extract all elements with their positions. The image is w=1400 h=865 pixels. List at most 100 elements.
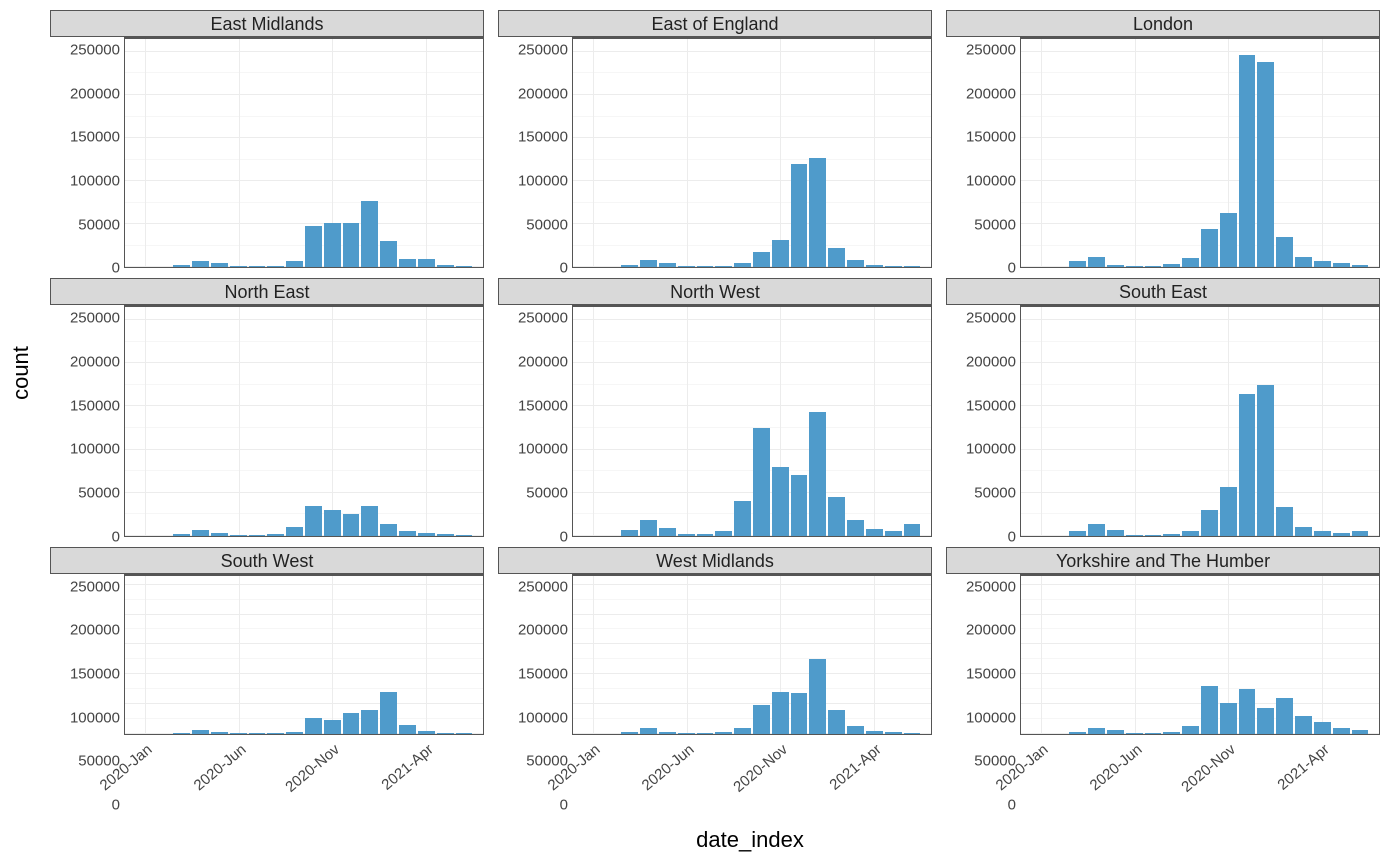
bar <box>904 524 921 535</box>
bar <box>734 263 751 267</box>
bar <box>659 528 676 536</box>
x-tick: 2020-Jun <box>638 741 697 794</box>
bar <box>828 710 845 734</box>
bar <box>753 252 770 268</box>
bar <box>1088 524 1105 536</box>
bars <box>125 307 483 535</box>
bar <box>1333 533 1350 536</box>
bar <box>1069 261 1086 267</box>
facet-title: North West <box>498 278 932 305</box>
bar <box>1088 257 1105 267</box>
facet-title: Yorkshire and The Humber <box>946 547 1380 574</box>
x-tick: 2021-Apr <box>1275 741 1333 794</box>
y-tick: 100000 <box>966 174 1016 189</box>
bar <box>659 263 676 267</box>
y-tick-labels: 250000200000150000100000500000 <box>498 37 572 268</box>
bar <box>1239 394 1256 536</box>
bar <box>1314 722 1331 734</box>
y-tick-labels: 250000200000150000100000500000 <box>498 305 572 536</box>
plot-area <box>572 574 932 735</box>
x-tick-labels: 2020-Jan2020-Jun2020-Nov2021-Apr <box>1020 735 1380 805</box>
y-tick: 0 <box>112 261 120 276</box>
y-tick: 250000 <box>518 311 568 326</box>
bar <box>866 265 883 268</box>
bar <box>1257 385 1274 536</box>
bars <box>1021 307 1379 535</box>
bar <box>192 730 209 734</box>
bar <box>343 514 360 536</box>
bar <box>399 725 416 734</box>
bar <box>418 533 435 536</box>
y-tick: 0 <box>560 798 568 813</box>
bar <box>809 158 826 267</box>
y-tick: 0 <box>560 261 568 276</box>
bar <box>361 201 378 267</box>
plot-area <box>1020 37 1380 268</box>
bar <box>305 506 322 536</box>
bar <box>715 732 732 734</box>
plot-area <box>1020 305 1380 536</box>
bar <box>1220 213 1237 267</box>
y-tick: 150000 <box>70 398 120 413</box>
bar <box>621 530 638 536</box>
facet-title: East Midlands <box>50 10 484 37</box>
bar <box>791 164 808 267</box>
plot-area <box>124 574 484 735</box>
y-tick: 250000 <box>966 579 1016 594</box>
bar <box>267 733 284 734</box>
y-tick: 200000 <box>518 86 568 101</box>
bar <box>828 248 845 268</box>
bar <box>1333 728 1350 734</box>
y-tick: 100000 <box>518 442 568 457</box>
bar <box>211 533 228 536</box>
y-tick: 0 <box>560 529 568 544</box>
bar <box>380 692 397 734</box>
bar <box>1333 263 1350 267</box>
bar <box>904 266 921 267</box>
bar <box>809 659 826 734</box>
y-tick: 100000 <box>70 710 120 725</box>
bar <box>1145 733 1162 734</box>
bar <box>418 259 435 268</box>
bar <box>305 226 322 267</box>
bar <box>621 732 638 734</box>
y-tick: 200000 <box>966 86 1016 101</box>
bar <box>286 527 303 536</box>
bars <box>573 39 931 267</box>
y-tick: 50000 <box>526 486 568 501</box>
bar <box>659 732 676 734</box>
facet-north-west: North West250000200000150000100000500000… <box>498 278 932 536</box>
facet-body: 2500002000001500001000005000002020-Jan20… <box>50 305 484 536</box>
bar <box>678 534 695 536</box>
facet-london: London2500002000001500001000005000002020… <box>946 10 1380 268</box>
bar <box>361 506 378 536</box>
facet-body: 2500002000001500001000005000002020-Jan20… <box>50 574 484 805</box>
bar <box>678 266 695 267</box>
bar <box>1107 265 1124 268</box>
bar <box>753 705 770 734</box>
bar <box>1276 698 1293 734</box>
facet-yorkshire-and-the-humber: Yorkshire and The Humber2500002000001500… <box>946 547 1380 805</box>
x-tick: 2021-Apr <box>827 741 885 794</box>
bar <box>361 710 378 734</box>
x-tick-labels: 2020-Jan2020-Jun2020-Nov2021-Apr <box>572 735 932 805</box>
y-tick: 100000 <box>70 174 120 189</box>
y-tick: 250000 <box>518 579 568 594</box>
bar <box>173 733 190 734</box>
y-tick: 150000 <box>70 130 120 145</box>
bar <box>249 266 266 267</box>
bar <box>1352 730 1369 734</box>
bar <box>456 266 473 268</box>
y-tick: 250000 <box>966 43 1016 58</box>
bar <box>697 534 714 536</box>
y-tick: 150000 <box>518 667 568 682</box>
y-tick: 0 <box>112 798 120 813</box>
bar <box>772 692 789 734</box>
bars <box>1021 39 1379 267</box>
bar <box>380 241 397 267</box>
bar <box>343 713 360 734</box>
bar <box>1163 264 1180 267</box>
x-tick-labels: 2020-Jan2020-Jun2020-Nov2021-Apr <box>124 735 484 805</box>
y-tick: 200000 <box>70 86 120 101</box>
y-tick: 100000 <box>966 442 1016 457</box>
